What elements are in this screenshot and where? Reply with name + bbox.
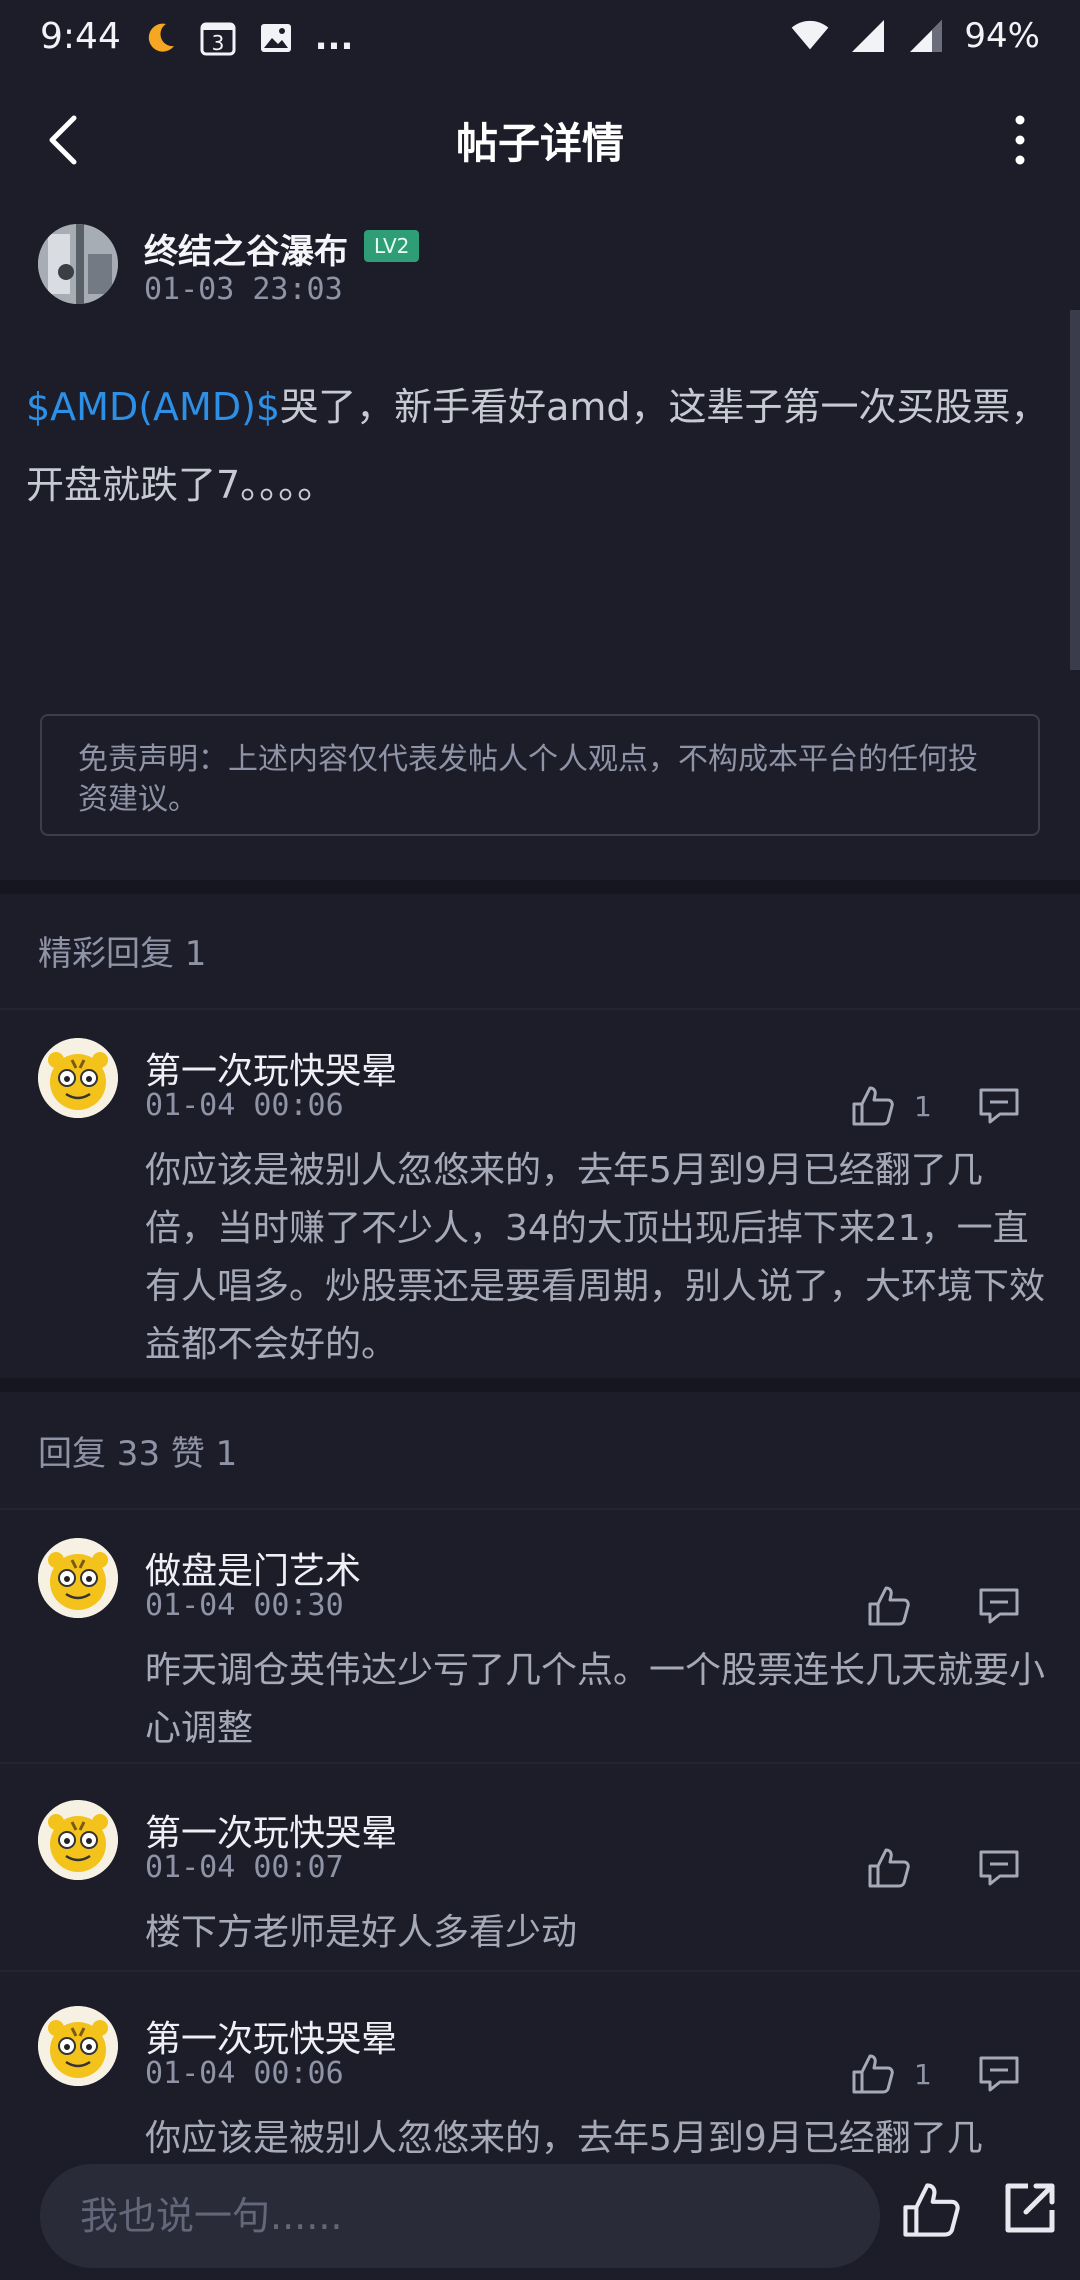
share-icon[interactable] [1002, 2180, 1058, 2236]
status-time: 9:44 [40, 16, 121, 57]
thumbs-up-icon[interactable] [850, 2052, 894, 2096]
comment-time: 01-04 00:30 [145, 1588, 344, 1623]
comment-time: 01-04 00:06 [145, 1088, 344, 1123]
thumbs-up-icon[interactable] [866, 1846, 910, 1890]
featured-comment: 第一次玩快哭晕 01-04 00:06 1 你应该是被别人忽悠来的，去年5月到9… [0, 1038, 1080, 1365]
divider [0, 1970, 1080, 1972]
commenter-avatar[interactable] [38, 1800, 118, 1880]
post-time: 01-03 23:03 [144, 272, 343, 307]
calendar-day: 3 [212, 31, 225, 55]
comment-input[interactable]: 我也说一句...... [40, 2164, 880, 2268]
status-icons-left: 3 ... [140, 18, 354, 58]
more-vertical-icon[interactable] [1000, 112, 1040, 168]
divider [0, 1762, 1080, 1764]
author-name[interactable]: 终结之谷瀑布 [144, 224, 348, 273]
commenter-avatar[interactable] [38, 1038, 118, 1118]
comment-time: 01-04 00:07 [145, 1850, 344, 1885]
commenter-name[interactable]: 做盘是门艺术 [145, 1542, 361, 1594]
stock-tag-link[interactable]: $AMD(AMD)$ [26, 385, 280, 429]
reply-item: 做盘是门艺术 01-04 00:30 昨天调仓英伟达少亏了几个点。一个股票连长几… [0, 1538, 1080, 1758]
thumbs-up-icon[interactable] [850, 1084, 894, 1128]
like-count: 1 [914, 2058, 932, 2091]
moon-icon [140, 18, 180, 58]
status-bar: 9:44 3 ... 94% [0, 0, 1080, 80]
commenter-avatar[interactable] [38, 2006, 118, 2086]
author-avatar[interactable] [38, 224, 118, 304]
commenter-name[interactable]: 第一次玩快哭晕 [145, 1804, 397, 1856]
thumbs-up-icon[interactable] [900, 2180, 960, 2240]
divider [0, 1508, 1080, 1510]
replies-section-title: 回复 33 赞 1 [38, 1434, 238, 1474]
more-notifications: ... [314, 18, 354, 58]
page-title: 帖子详情 [455, 119, 624, 168]
post-content: $AMD(AMD)$哭了，新手看好amd，这辈子第一次买股票，开盘就跌了7。。。… [26, 368, 1056, 524]
status-icons-right: 94% [790, 16, 1040, 56]
section-divider [0, 880, 1080, 894]
like-count: 1 [914, 1090, 932, 1123]
comment-body: 楼下方老师是好人多看少动 [145, 1912, 578, 1953]
thumbs-up-icon[interactable] [866, 1584, 910, 1628]
featured-section-title: 精彩回复 1 [38, 934, 207, 974]
comment-body: 你应该是被别人忽悠来的，去年5月到9月已经翻了几倍，当时赚了不少人，34的大顶出… [145, 1150, 1046, 1365]
calendar-icon: 3 [198, 18, 238, 58]
commenter-avatar[interactable] [38, 1538, 118, 1618]
battery-level: 94% [964, 16, 1040, 56]
divider [0, 1008, 1080, 1010]
section-divider-2 [0, 1378, 1080, 1392]
disclaimer-box: 免责声明：上述内容仅代表发帖人个人观点，不构成本平台的任何投资建议。 [40, 714, 1040, 836]
level-badge: LV2 [364, 230, 420, 262]
reply-comment-icon[interactable] [978, 1586, 1020, 1626]
post-header: 终结之谷瀑布 LV2 01-03 23:03 [38, 222, 1038, 312]
reply-item: 第一次玩快哭晕 01-04 00:06 1 你应该是被别人忽悠来的，去年5月到9… [0, 2006, 1080, 2159]
commenter-name[interactable]: 第一次玩快哭晕 [145, 1042, 397, 1094]
image-icon [256, 18, 296, 58]
nav-bar: 帖子详情 [0, 90, 1080, 186]
comment-body: 昨天调仓英伟达少亏了几个点。一个股票连长几天就要小心调整 [145, 1650, 1046, 1749]
reply-item: 第一次玩快哭晕 01-04 00:07 楼下方老师是好人多看少动 [0, 1800, 1080, 1960]
bottom-bar: 我也说一句...... [0, 2160, 1080, 2280]
wifi-icon [790, 16, 830, 56]
reply-comment-icon[interactable] [978, 1848, 1020, 1888]
signal-icon-2 [906, 16, 946, 56]
reply-comment-icon[interactable] [978, 1086, 1020, 1126]
comment-time: 01-04 00:06 [145, 2056, 344, 2091]
commenter-name[interactable]: 第一次玩快哭晕 [145, 2010, 397, 2062]
signal-icon [848, 16, 888, 56]
reply-comment-icon[interactable] [978, 2054, 1020, 2094]
scrollbar[interactable] [1070, 310, 1080, 670]
